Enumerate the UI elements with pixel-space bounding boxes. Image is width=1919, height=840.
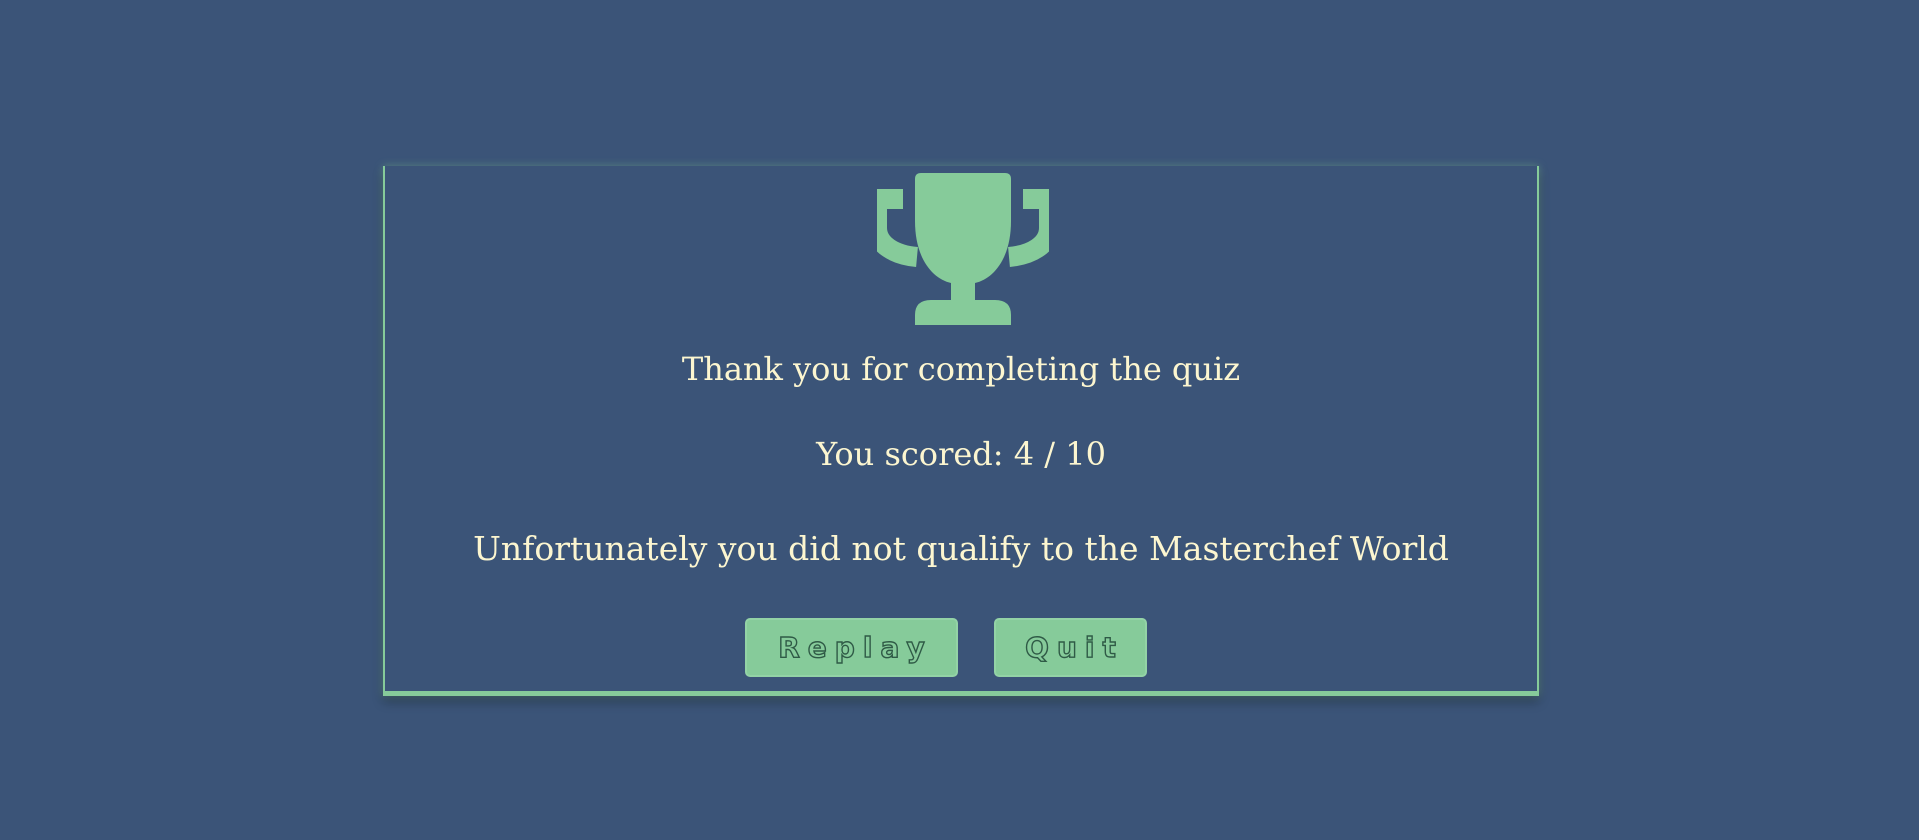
quiz-result-card: Thank you for completing the quiz You sc…: [383, 166, 1539, 696]
quit-button-label: Quit: [1024, 630, 1124, 664]
replay-button[interactable]: Replay: [745, 618, 958, 677]
score-text: You scored: 4 / 10: [816, 435, 1106, 473]
qualification-message: Unfortunately you did not qualify to the…: [473, 529, 1449, 568]
thank-you-message: Thank you for completing the quiz: [681, 350, 1241, 388]
replay-button-label: Replay: [778, 630, 933, 664]
trophy-icon: [877, 173, 1049, 325]
quit-button[interactable]: Quit: [994, 618, 1147, 677]
